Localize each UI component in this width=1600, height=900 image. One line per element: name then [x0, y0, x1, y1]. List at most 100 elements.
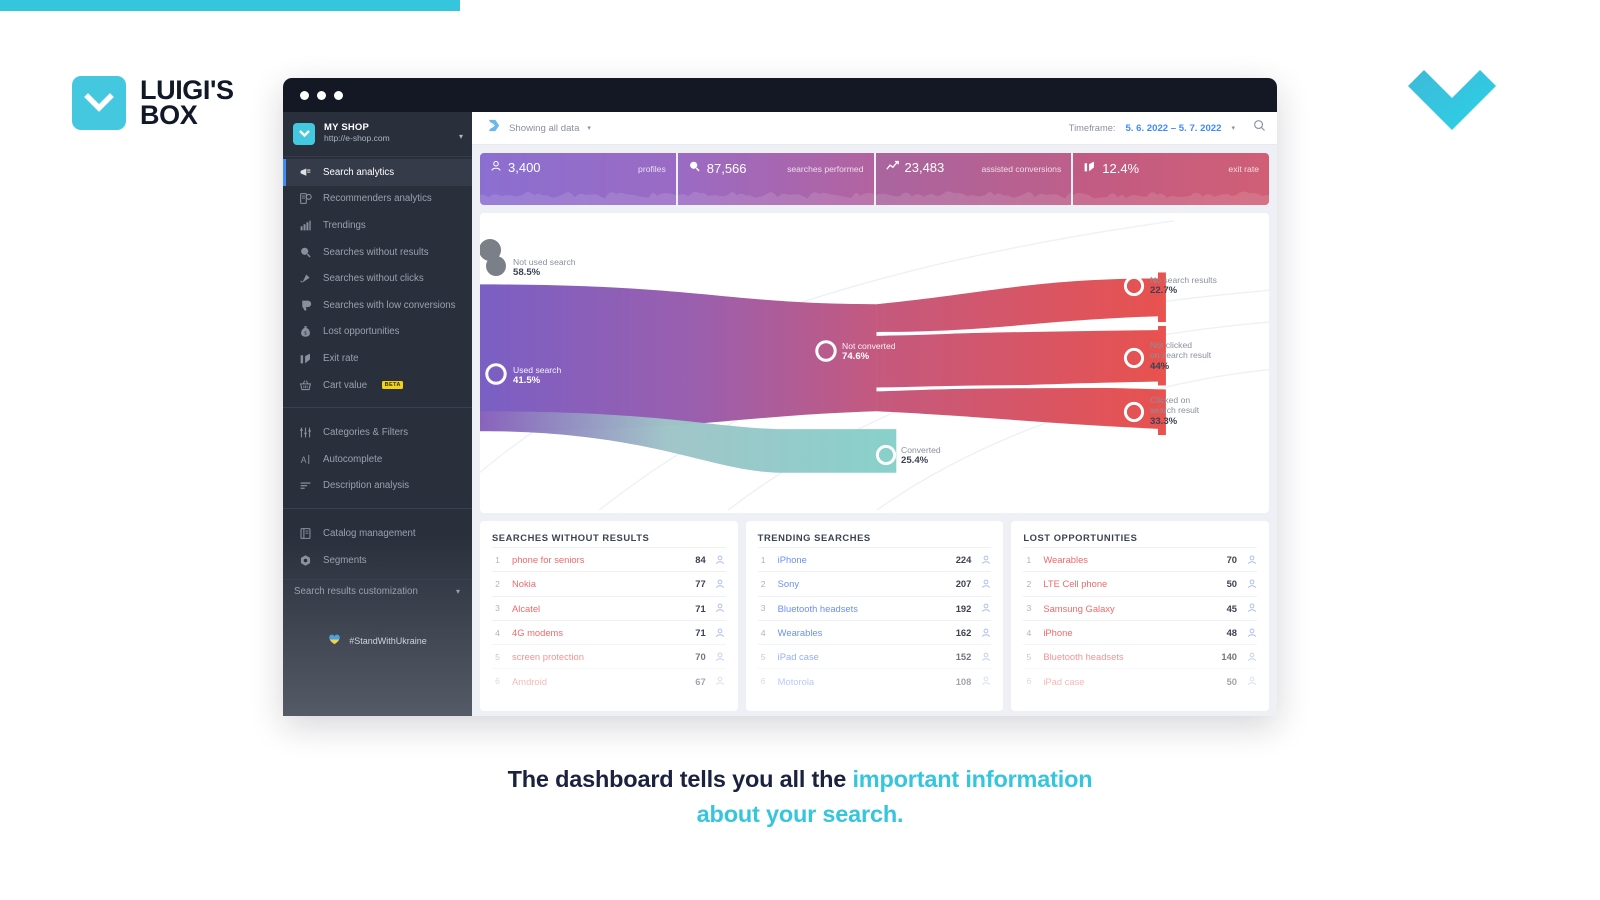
sidebar-nav-primary: Search analytics Recommenders analytics Tr…: [283, 157, 472, 398]
row-rank: 5: [495, 651, 500, 662]
search-icon[interactable]: [1253, 119, 1266, 137]
row-term[interactable]: Amdroid: [512, 676, 686, 687]
table-row[interactable]: 4 Wearables 162: [757, 619, 992, 644]
stand-with-ukraine[interactable]: #StandWithUkraine: [283, 633, 472, 648]
decor-chevron-icon: [1400, 68, 1505, 153]
table-row[interactable]: 3 Samsung Galaxy 45: [1023, 595, 1258, 620]
sidebar-item-searches-without-clicks[interactable]: Searches without clicks: [283, 265, 472, 292]
table-card-trending-searches: TRENDING SEARCHES 1 iPhone 224 2 Sony 207 3 Blue…: [745, 521, 1004, 711]
sidebar-item-recommenders-analytics[interactable]: Recommenders analytics: [283, 186, 472, 213]
marketing-caption: The dashboard tells you all the importan…: [0, 762, 1600, 832]
sidebar-item-searches-without-results[interactable]: Searches without results: [283, 239, 472, 266]
table-row[interactable]: 5 Bluetooth headsets 140: [1023, 644, 1258, 668]
table-row[interactable]: 1 phone for seniors 84: [492, 547, 726, 571]
shop-switcher[interactable]: MY SHOP http://e-shop.com ▾: [283, 112, 472, 157]
page-root: LUIGI'S BOX MY SHOP http://e-shop.com ▾ …: [0, 0, 1600, 900]
row-term[interactable]: Wearables: [1043, 554, 1217, 565]
user-icon: [715, 555, 726, 565]
sidebar-item-trendings[interactable]: Trendings: [283, 212, 472, 239]
sidebar-item-cart-value[interactable]: Cart value BETA: [283, 372, 472, 399]
kpi-profiles[interactable]: 3,400 profiles: [480, 153, 676, 205]
row-term[interactable]: iPhone: [778, 554, 947, 565]
sankey-diagram: [480, 213, 1269, 511]
sidebar-item-categories-filters[interactable]: Categories & Filters: [283, 419, 472, 446]
caption-line2-highlight: about your search.: [696, 800, 904, 827]
row-term[interactable]: Wearables: [778, 627, 947, 638]
row-term[interactable]: screen protection: [512, 651, 686, 662]
table-row[interactable]: 1 Wearables 70: [1023, 547, 1258, 571]
row-term[interactable]: 4G modems: [512, 627, 686, 638]
window-titlebar: [283, 78, 1277, 112]
row-term[interactable]: Sony: [778, 578, 947, 589]
row-count: 67: [695, 675, 706, 687]
sidebar-item-searches-with-low-conversions[interactable]: Searches with low conversions: [283, 292, 472, 319]
sidebar-item-segments[interactable]: Segments: [283, 547, 472, 574]
row-term[interactable]: iPad case: [1043, 676, 1217, 687]
row-term[interactable]: Motorola: [778, 676, 947, 687]
table-row[interactable]: 3 Bluetooth headsets 192: [757, 595, 992, 620]
sidebar-item-label: Lost opportunities: [323, 326, 400, 338]
sidebar-item-label: Searches with low conversions: [323, 299, 456, 311]
table-title: TRENDING SEARCHES: [757, 532, 871, 543]
sidebar-item-catalog-management[interactable]: Catalog management: [283, 520, 472, 547]
sidebar-item-label: Segments: [323, 554, 367, 566]
thumbs-down-icon: [299, 299, 312, 312]
row-rank: 1: [495, 554, 500, 565]
showing-data-label[interactable]: Showing all data: [509, 123, 579, 134]
row-count: 77: [695, 578, 706, 590]
sidebar-item-label: Search analytics: [323, 166, 395, 178]
row-term[interactable]: Alcatel: [512, 603, 686, 614]
sidebar-nav-tertiary: Catalog management Segments: [283, 518, 472, 573]
kpi-exit-rate[interactable]: 12.4% exit rate: [1073, 153, 1269, 205]
user-icon: [715, 676, 726, 686]
row-rank: 6: [760, 676, 766, 687]
user-icon: [980, 628, 991, 638]
row-rank: 4: [1026, 627, 1032, 638]
kpi-searches-performed[interactable]: 87,566 searches performed: [677, 153, 874, 205]
kpi-assisted-conversions[interactable]: 23,483 assisted conversions: [875, 153, 1072, 205]
row-rank: 5: [760, 651, 766, 662]
user-icon: [980, 555, 991, 565]
row-term[interactable]: Bluetooth headsets: [778, 603, 947, 614]
table-row[interactable]: 6 iPad case 50: [1023, 668, 1258, 692]
table-row[interactable]: 2 Nokia 77: [492, 571, 726, 595]
caption-line1-highlight: important information: [852, 766, 1093, 792]
table-row[interactable]: 1 iPhone 224: [757, 547, 992, 571]
window-close-dot[interactable]: [300, 90, 309, 100]
caption-line1-plain: The dashboard tells you all the: [507, 766, 853, 792]
table-row[interactable]: 2 Sony 207: [757, 571, 992, 595]
chevron-down-icon[interactable]: ▾: [587, 124, 591, 132]
row-term[interactable]: iPhone: [1043, 627, 1217, 638]
row-rank: 5: [1026, 651, 1032, 662]
sidebar-item-autocomplete[interactable]: A Autocomplete: [283, 446, 472, 473]
sidebar-item-lost-opportunities[interactable]: $ Lost opportunities: [283, 319, 472, 346]
sidebar-item-search-analytics[interactable]: Search analytics: [283, 159, 472, 186]
row-term[interactable]: LTE Cell phone: [1043, 578, 1217, 589]
row-rank: 6: [495, 676, 500, 687]
table-row[interactable]: 6 Motorola 108: [757, 668, 992, 692]
chevron-down-icon[interactable]: ▾: [1231, 124, 1235, 132]
table-row[interactable]: 2 LTE Cell phone 50: [1023, 571, 1258, 595]
sidebar-item-description-analysis[interactable]: Description analysis: [283, 473, 472, 500]
sidebar-divider-2: [283, 508, 472, 510]
row-term[interactable]: Nokia: [512, 578, 686, 589]
row-term[interactable]: phone for seniors: [512, 554, 686, 565]
window-maximize-dot[interactable]: [334, 90, 343, 100]
row-term[interactable]: iPad case: [778, 651, 947, 662]
sidebar-item-exit-rate[interactable]: Exit rate: [283, 345, 472, 372]
table-row[interactable]: 4 iPhone 48: [1023, 619, 1258, 644]
table-row[interactable]: 5 screen protection 70: [492, 644, 726, 668]
cursor-click-icon: [299, 272, 312, 285]
row-term[interactable]: Samsung Galaxy: [1043, 603, 1217, 614]
timeframe-value[interactable]: 5. 6. 2022 – 5. 7. 2022: [1125, 123, 1221, 134]
timeframe-label: Timeframe:: [1068, 123, 1116, 133]
table-row[interactable]: 4 4G modems 71: [492, 619, 726, 644]
table-row[interactable]: 5 iPad case 152: [757, 644, 992, 668]
sidebar-item-search-results-customization[interactable]: Search results customization ▾: [283, 579, 472, 603]
row-count: 71: [695, 602, 706, 614]
window-minimize-dot[interactable]: [317, 90, 326, 100]
row-term[interactable]: Bluetooth headsets: [1043, 651, 1212, 662]
table-row[interactable]: 3 Alcatel 71: [492, 595, 726, 620]
row-rank: 3: [1026, 603, 1032, 614]
table-row[interactable]: 6 Amdroid 67: [492, 668, 726, 692]
